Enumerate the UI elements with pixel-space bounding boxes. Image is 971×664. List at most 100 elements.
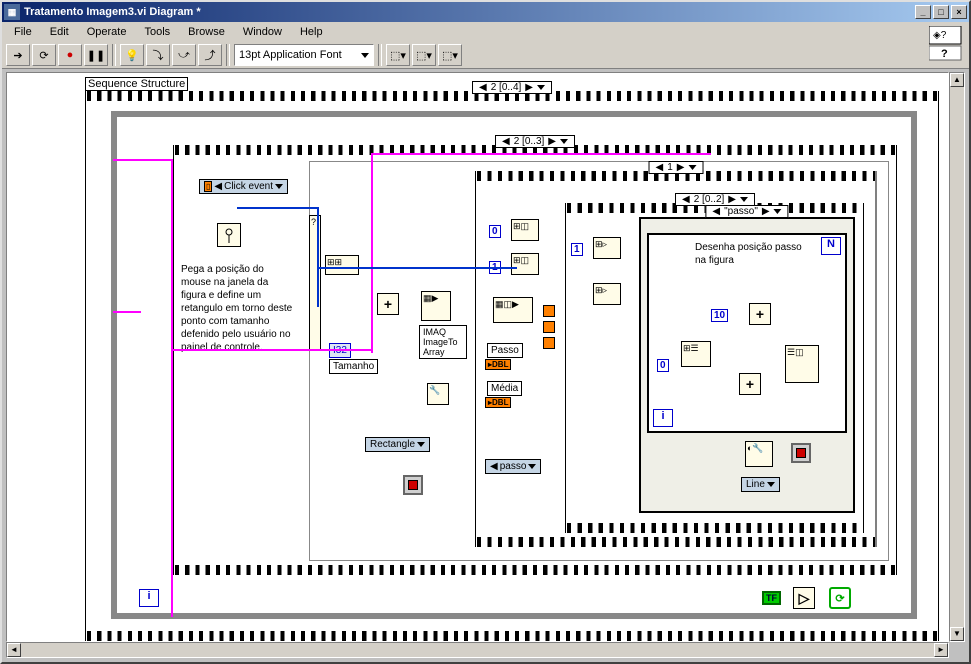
bundle-node[interactable]: ☰◫ [785,345,819,383]
reorder-button[interactable]: ⬚▾ [438,44,462,66]
tf-constant[interactable]: TF [762,591,781,605]
abort-button[interactable]: ● [58,44,82,66]
run-button[interactable]: ➔ [6,44,30,66]
wire [317,207,319,307]
wire [237,207,317,209]
imaq-icon[interactable]: ▦▶ [421,291,451,321]
case-structure[interactable]: ◀"passo"▶ N Desenha posição passo na fig… [639,217,855,513]
window-title: Tratamento Imagem3.vi Diagram * [24,6,201,18]
line-control[interactable]: Line [741,477,780,492]
const-1b[interactable]: 1 [571,243,583,256]
property-node-3[interactable]: ◐🔧 [745,441,773,467]
run-continuous-button[interactable]: ⟳ [32,44,56,66]
add-node-1[interactable]: + [377,293,399,315]
context-help-icon[interactable]: ◈?? [929,26,965,62]
frame-selector-2[interactable]: ◀2 [0..3]▶ [495,135,575,148]
scroll-down-button[interactable]: ▼ [950,627,964,641]
sequence-second[interactable]: ◀2 [0..3]▶ ▯ ◀Click event Pega a posição… [173,145,897,575]
array-node-1[interactable]: ⊞⊞ [325,255,359,275]
array-index-1[interactable]: ⊞▹ [593,237,621,259]
wire [113,159,173,161]
passo-indicator-label: Passo [487,343,523,358]
passo-selector[interactable]: ◀passo [485,459,541,474]
menu-file[interactable]: File [6,24,40,40]
scroll-up-button[interactable]: ▲ [950,73,964,87]
media-indicator-label: Média [487,381,522,396]
app-window: ▦ Tratamento Imagem3.vi Diagram * _ □ × … [0,0,971,664]
menu-tools[interactable]: Tools [136,24,178,40]
rectangle-control[interactable]: Rectangle [365,437,430,452]
align-button[interactable]: ⬚▾ [386,44,410,66]
stop-button-1[interactable] [403,475,423,495]
wire [371,153,711,155]
const-0a[interactable]: 0 [489,225,501,238]
titlebar[interactable]: ▦ Tratamento Imagem3.vi Diagram * _ □ × [2,2,969,22]
frame-selector-outer[interactable]: ◀2 [0..4]▶ [472,81,552,94]
imaq-label: IMAQ ImageTo Array [419,325,467,359]
sequence-inner[interactable]: ◀2 [0..2]▶ ◀"passo"▶ N Desenha posição p… [565,203,865,533]
menu-edit[interactable]: Edit [42,24,77,40]
sequence-third[interactable]: ◀1▶ ◀2 [0..2]▶ ◀"passo"▶ N [475,171,877,547]
array-build-2[interactable]: ⊞◫ [511,253,539,275]
step-into-button[interactable]: ⤵ [146,44,170,66]
passo-dbl[interactable]: ▸DBL [485,359,511,370]
array-build-1[interactable]: ⊞◫ [511,219,539,241]
svg-text:◈?: ◈? [933,30,947,41]
for-loop[interactable]: N Desenha posição passo na figura 10 + 0… [647,233,847,433]
array-index-2[interactable]: ⊞▹ [593,283,621,305]
property-node-2[interactable]: 🔧 [427,383,449,405]
tunnel-2 [543,321,555,333]
while-loop[interactable]: ◀2 [0..3]▶ ▯ ◀Click event Pega a posição… [111,111,917,619]
pause-button[interactable]: ❚❚ [84,44,108,66]
media-dbl[interactable]: ▸DBL [485,397,511,408]
step-out-button[interactable]: ⤴ [198,44,222,66]
add-node-2[interactable]: + [749,303,771,325]
svg-text:?: ? [941,48,948,60]
cond-tunnel[interactable]: ? [309,215,321,351]
add-node-3[interactable]: + [739,373,761,395]
property-node-1[interactable] [217,223,241,247]
stop-button-2[interactable] [791,443,811,463]
case-selector[interactable]: ◀"passo"▶ [705,205,788,218]
menu-browse[interactable]: Browse [180,24,233,40]
loop-condition[interactable]: ⟳ [829,587,851,609]
comment-left: Pega a posição do mouse na janela da fig… [179,261,297,356]
wire [317,267,517,269]
close-button[interactable]: × [951,5,967,19]
separator [226,44,230,66]
separator [378,44,382,66]
click-event-control[interactable]: ▯ ◀Click event [199,179,288,194]
minimize-button[interactable]: _ [915,5,931,19]
n-terminal: N [821,237,841,255]
maximize-button[interactable]: □ [933,5,949,19]
step-over-button[interactable]: ⤻ [172,44,196,66]
scroll-right-button[interactable]: ► [934,643,948,657]
imaq-sub-node[interactable]: ▦◫▶ [493,297,533,323]
menu-window[interactable]: Window [235,24,290,40]
i-terminal-1: i [653,409,673,427]
horizontal-scrollbar[interactable]: ◄ ► [6,642,949,658]
vertical-scrollbar[interactable]: ▲ ▼ [949,72,965,642]
sequence-outer[interactable]: ◀2 [0..4]▶ ◀2 [0..3]▶ ▯ ◀Click event [85,91,939,641]
tamanho-control[interactable]: Tamanho [329,359,378,374]
scroll-left-button[interactable]: ◄ [7,643,21,657]
i-terminal-2: i [139,589,159,607]
menubar: File Edit Operate Tools Browse Window He… [2,22,969,42]
menu-operate[interactable]: Operate [79,24,135,40]
font-selector[interactable]: 13pt Application Font [234,44,374,66]
distribute-button[interactable]: ⬚▾ [412,44,436,66]
const-0b[interactable]: 0 [657,359,669,372]
const-10[interactable]: 10 [711,309,728,322]
menu-help[interactable]: Help [292,24,331,40]
toolbar: ➔ ⟳ ● ❚❚ 💡 ⤵ ⤻ ⤴ 13pt Application Font ⬚… [2,42,969,69]
array-node-2a[interactable]: ⊞☰ [681,341,711,367]
diagram-canvas-wrap: Sequence Structure ◀2 [0..4]▶ ◀2 [0..3]▶… [6,72,949,642]
wire [113,311,141,313]
frame-selector-3[interactable]: ◀1▶ [649,161,704,174]
not-node[interactable]: ▷ [793,587,815,609]
highlight-button[interactable]: 💡 [120,44,144,66]
wire [171,159,173,617]
tunnel-3 [543,337,555,349]
diagram-canvas[interactable]: Sequence Structure ◀2 [0..4]▶ ◀2 [0..3]▶… [7,73,948,641]
app-icon: ▦ [4,4,20,20]
